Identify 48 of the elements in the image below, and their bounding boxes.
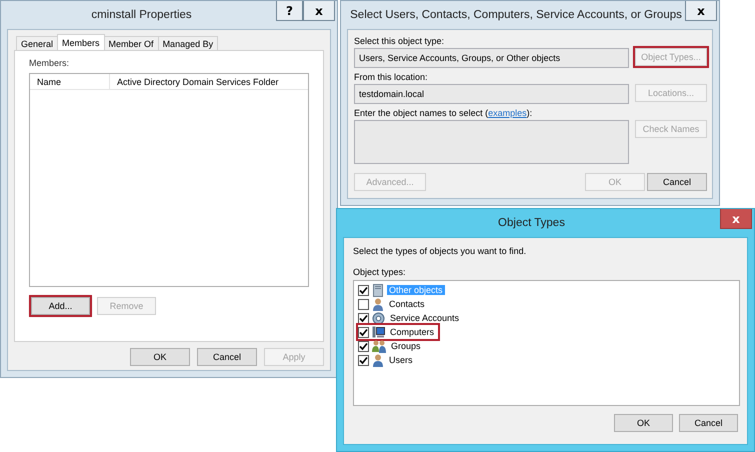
person-icon [372, 354, 384, 366]
checkbox[interactable] [358, 284, 369, 296]
column-header[interactable]: Active Directory Domain Services Folder [110, 74, 308, 89]
tab[interactable]: Members [57, 34, 105, 50]
field-label: Enter the object names to select (examples): [354, 108, 534, 118]
list-item[interactable]: Users [387, 355, 415, 365]
close-button[interactable]: x [720, 209, 752, 229]
tab[interactable]: General [16, 36, 58, 50]
examples-link[interactable]: examples [488, 108, 527, 118]
cancel-button[interactable]: Cancel [647, 173, 707, 191]
list-item[interactable]: Groups [389, 341, 423, 351]
object-type-field: Users, Service Accounts, Groups, or Other objects [354, 48, 629, 68]
window-title: cminstall Properties [91, 9, 192, 21]
object-types-list[interactable]: Other objects Contacts Service Accounts Computers Groups Users [353, 280, 740, 406]
field-label: From this location: [354, 72, 429, 82]
add-button[interactable]: Add... [31, 297, 90, 315]
tab[interactable]: Managed By [158, 36, 218, 50]
close-button[interactable]: x [685, 1, 717, 21]
close-button[interactable]: x [303, 1, 335, 21]
field-label: Select this object type: [354, 36, 446, 46]
window-title: Object Types [498, 217, 565, 229]
checkbox[interactable] [358, 340, 369, 352]
members-list[interactable]: Name Active Directory Domain Services Folder [29, 73, 309, 287]
window-title: Select Users, Contacts, Computers, Service Accounts, or Groups [350, 9, 682, 21]
checkbox[interactable] [358, 326, 369, 338]
list-item[interactable]: Contacts [387, 299, 427, 309]
cancel-button[interactable]: Cancel [679, 414, 738, 432]
gear-icon [372, 312, 385, 324]
cancel-button[interactable]: Cancel [197, 348, 257, 366]
instruction-text: Select the types of objects you want to find. [353, 246, 528, 256]
ok-button[interactable]: OK [614, 414, 673, 432]
list-item[interactable]: Computers [388, 327, 436, 337]
object-names-field[interactable] [354, 120, 629, 164]
checkbox[interactable] [358, 312, 369, 324]
people-icon [372, 340, 386, 352]
field-label: Members: [29, 58, 70, 68]
column-header[interactable]: Name [30, 74, 110, 89]
person-icon [372, 298, 384, 310]
computer-icon [372, 326, 385, 338]
location-field: testdomain.local [354, 84, 629, 104]
ok-button[interactable]: OK [130, 348, 190, 366]
document-icon [372, 284, 384, 296]
checkbox[interactable] [358, 298, 369, 310]
list-item[interactable]: Service Accounts [388, 313, 462, 323]
help-button[interactable]: ? [276, 1, 303, 21]
checkbox[interactable] [358, 354, 369, 366]
field-label: Object types: [353, 267, 407, 277]
tab[interactable]: Member Of [104, 36, 159, 50]
